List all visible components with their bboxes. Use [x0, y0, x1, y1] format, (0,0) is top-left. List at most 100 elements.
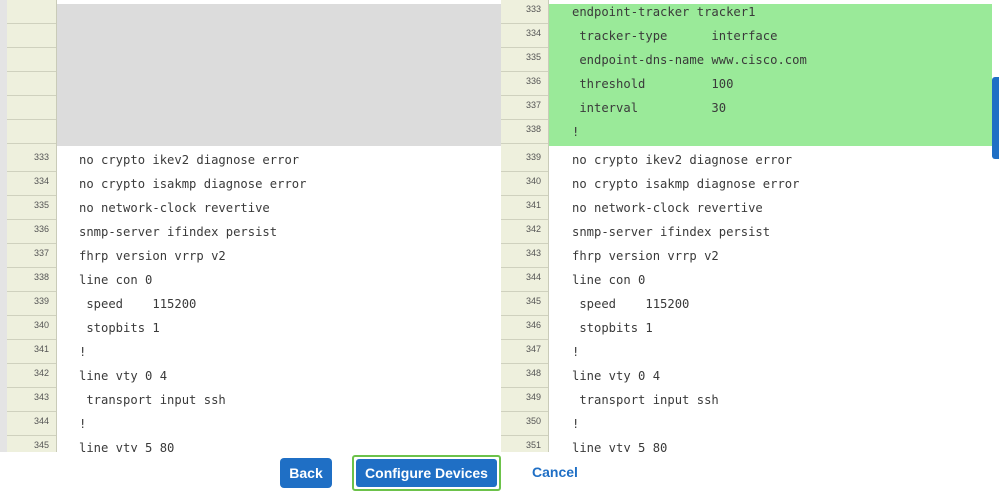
config-line-text: speed 115200 — [79, 297, 197, 311]
line-number-text: 336 — [525, 76, 541, 87]
line-number: 341 — [501, 196, 548, 220]
config-line-text: no crypto ikev2 diagnose error — [79, 153, 300, 167]
line-number-text: 342 — [33, 368, 49, 378]
line-number-text: 347 — [525, 344, 541, 354]
diff-row: 339 speed 115200 — [7, 292, 501, 316]
line-number-text: 345 — [525, 296, 541, 306]
config-line-text: transport input ssh — [572, 393, 719, 407]
configure-devices-focus-ring: Configure Devices — [352, 455, 501, 491]
added-row: 336 threshold 100 — [501, 72, 992, 97]
line-number: 335 — [501, 48, 548, 73]
line-number-text: 339 — [33, 296, 49, 306]
line-number-text: 333 — [525, 4, 541, 15]
line-number: 345 — [501, 292, 548, 316]
diff-row: 344 line con 0 — [501, 268, 992, 292]
config-line-text: fhrp version vrrp v2 — [79, 249, 226, 263]
line-number: 350 — [501, 412, 548, 436]
config-line-text: no crypto isakmp diagnose error — [79, 177, 307, 191]
diff-row: 334 no crypto isakmp diagnose error — [7, 172, 501, 196]
line-number: 340 — [7, 316, 56, 340]
config-line-text: fhrp version vrrp v2 — [572, 249, 719, 263]
diff-row: 343 transport input ssh — [7, 388, 501, 412]
line-number: 334 — [501, 24, 548, 49]
cancel-button[interactable]: Cancel — [524, 460, 586, 484]
line-number-text: 338 — [525, 124, 541, 135]
line-number-text: 336 — [33, 224, 49, 234]
config-line-text: ! — [79, 417, 87, 431]
diff-row: 349 transport input ssh — [501, 388, 992, 412]
diff-row: 341! — [7, 340, 501, 364]
config-line-text: line con 0 — [79, 273, 153, 287]
blank-row — [7, 0, 501, 25]
scrollbar-thumb[interactable] — [992, 77, 999, 159]
config-line-text: no crypto ikev2 diagnose error — [572, 153, 793, 167]
line-number-text: 351 — [525, 440, 541, 450]
line-number-text: 340 — [525, 176, 541, 186]
line-number — [7, 48, 56, 73]
left-edge — [0, 0, 7, 452]
blank-row — [7, 96, 501, 121]
diff-row: 337 fhrp version vrrp v2 — [7, 244, 501, 268]
config-line-text: ! — [79, 345, 87, 359]
added-row: 337 interval 30 — [501, 96, 992, 121]
diff-row: 344! — [7, 412, 501, 436]
config-line-text: line vty 0 4 — [572, 369, 661, 383]
line-number-text: 346 — [525, 320, 541, 330]
config-line-text: endpoint-tracker tracker1 — [572, 5, 756, 20]
line-number-text: 348 — [525, 368, 541, 378]
diff-row: 351 line vty 5 80 — [501, 436, 992, 452]
blank-row — [7, 48, 501, 73]
line-number: 344 — [7, 412, 56, 436]
scrollbar-track[interactable] — [992, 0, 999, 452]
config-line-text: tracker-type interface — [572, 29, 778, 44]
config-line-text: no network-clock revertive — [79, 201, 270, 215]
line-number — [7, 96, 56, 121]
diff-row: 338 line con 0 — [7, 268, 501, 292]
line-number-text: 337 — [33, 248, 49, 258]
diff-row: 343 fhrp version vrrp v2 — [501, 244, 992, 268]
config-line-text: ! — [572, 417, 580, 431]
config-line-text: speed 115200 — [572, 297, 690, 311]
config-line-text: ! — [572, 345, 580, 359]
blank-row — [7, 24, 501, 49]
line-number: 344 — [501, 268, 548, 292]
line-number: 346 — [501, 316, 548, 340]
config-line-text: line vty 0 4 — [79, 369, 168, 383]
line-number: 339 — [7, 292, 56, 316]
diff-row: 341 no network-clock revertive — [501, 196, 992, 220]
line-number: 343 — [501, 244, 548, 268]
line-number-text: 334 — [33, 176, 49, 186]
line-number: 337 — [7, 244, 56, 268]
diff-row: 345 speed 115200 — [501, 292, 992, 316]
line-number: 349 — [501, 388, 548, 412]
diff-row: 340 stopbits 1 — [7, 316, 501, 340]
line-number-text: 344 — [33, 416, 49, 426]
line-number — [7, 72, 56, 97]
config-line-text: line vty 5 80 — [572, 441, 668, 452]
diff-row: 335 no network-clock revertive — [7, 196, 501, 220]
diff-row: 345 line vty 5 80 — [7, 436, 501, 452]
config-diff-viewer: 333 no crypto ikev2 diagnose error 334 no c… — [0, 0, 999, 452]
configure-devices-button[interactable]: Configure Devices — [356, 459, 497, 487]
back-button[interactable]: Back — [280, 458, 332, 488]
added-row: 334 tracker-type interface — [501, 24, 992, 49]
line-number-text: 338 — [33, 272, 49, 282]
line-number: 343 — [7, 388, 56, 412]
config-line-text: snmp-server ifindex persist — [79, 225, 278, 239]
line-number — [7, 0, 56, 25]
line-number-text: 334 — [525, 28, 541, 39]
line-number-text: 333 — [33, 152, 49, 162]
line-number-text: 341 — [33, 344, 49, 354]
added-row: 338! — [501, 120, 992, 145]
diff-row: 347! — [501, 340, 992, 364]
config-line-text: endpoint-dns-name www.cisco.com — [572, 53, 807, 68]
line-number-text: 343 — [525, 248, 541, 258]
config-line-text: interval 30 — [572, 101, 727, 116]
diff-row: 350! — [501, 412, 992, 436]
line-number: 341 — [7, 340, 56, 364]
line-number: 342 — [7, 364, 56, 388]
line-number: 338 — [7, 268, 56, 292]
line-number: 334 — [7, 172, 56, 196]
config-line-text: ! — [572, 125, 580, 140]
line-number: 333 — [7, 148, 56, 172]
